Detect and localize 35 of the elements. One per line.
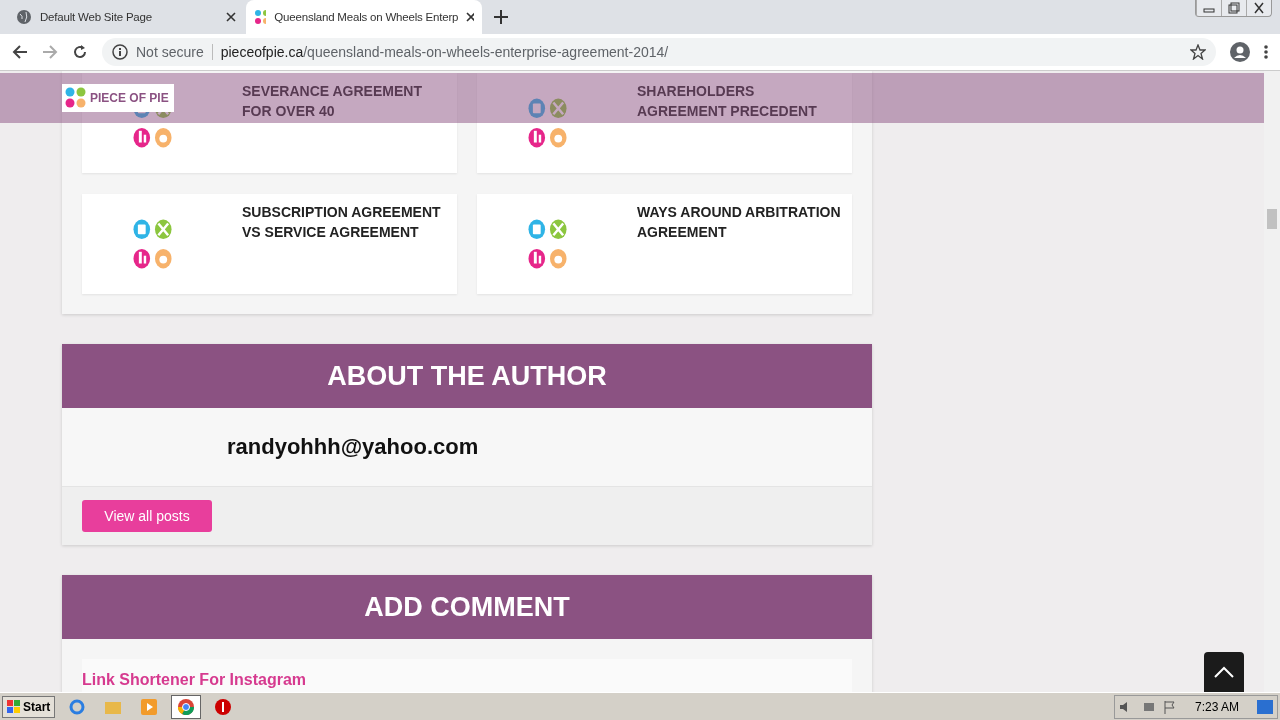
browser-tab[interactable]: Default Web Site Page <box>8 0 244 34</box>
reload-icon[interactable] <box>72 44 88 60</box>
back-icon[interactable] <box>12 44 28 60</box>
info-icon <box>112 44 128 60</box>
chevron-up-icon <box>1214 666 1234 678</box>
chrome-taskbar-icon[interactable] <box>171 695 202 719</box>
close-icon[interactable] <box>226 12 236 22</box>
flag-icon[interactable] <box>1162 700 1177 714</box>
windows-logo-icon <box>7 700 21 714</box>
comment-link[interactable]: Link Shortener For Instagram <box>82 671 307 688</box>
url-text: pieceofpie.ca/queensland-meals-on-wheels-enterprise-agreement-2014/ <box>220 44 669 60</box>
start-button[interactable]: Start <box>2 696 56 718</box>
star-icon[interactable] <box>1190 44 1206 60</box>
view-posts-button[interactable]: View all posts <box>82 500 212 532</box>
logo-icon <box>65 87 87 109</box>
menu-icon[interactable] <box>1264 44 1268 60</box>
address-bar[interactable]: Not secure pieceofpie.ca/queensland-meals-on-wheels-enterprise-agreement-2014/ <box>102 38 1216 66</box>
security-label: Not secure <box>136 44 204 60</box>
clock: 7:23 AM <box>1194 700 1239 714</box>
scrollbar[interactable] <box>1264 71 1280 692</box>
author-name: randyohhh@yahoo.com <box>227 434 479 460</box>
logo-drawing <box>133 218 174 270</box>
globe-icon <box>16 9 32 25</box>
section-heading: ABOUT THE AUTHOR <box>62 344 872 408</box>
post-title[interactable]: SEVERANCE AGREEMENT FOR OVER 40 <box>242 81 447 121</box>
logo-drawing <box>528 218 569 270</box>
account-icon[interactable] <box>1230 42 1250 62</box>
new-tab-icon[interactable] <box>494 10 508 24</box>
section-heading: ADD COMMENT <box>62 575 872 639</box>
close-icon[interactable] <box>466 12 474 22</box>
browser-tab[interactable]: Queensland Meals on Wheels Enterp <box>246 0 482 34</box>
site-logo[interactable]: PIECE OF PIE <box>62 84 174 112</box>
logo-icon <box>254 9 267 25</box>
back-to-top-button[interactable] <box>1204 652 1244 692</box>
logo-drawing <box>528 97 569 149</box>
